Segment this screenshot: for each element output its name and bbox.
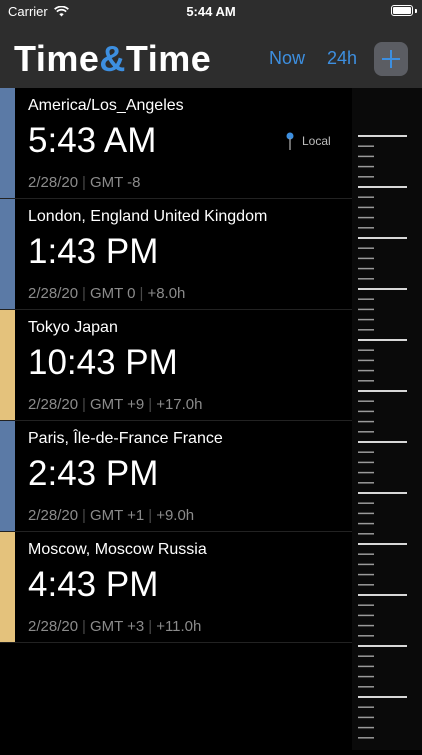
zone-date: 2/28/20 xyxy=(28,507,79,524)
meta-separator: | xyxy=(82,618,86,635)
meta-separator: | xyxy=(148,507,153,524)
zone-offset: +11.0h xyxy=(156,618,202,635)
timezone-row[interactable]: America/Los_Angeles 5:43 AM Local 2/28/2… xyxy=(0,88,352,199)
zone-gmt: GMT -8 xyxy=(89,174,141,191)
zone-time: 1:43 PM xyxy=(28,232,159,271)
zone-time: 4:43 PM xyxy=(28,565,159,604)
plus-icon xyxy=(382,50,400,68)
now-button[interactable]: Now xyxy=(269,48,305,69)
battery-icon xyxy=(391,5,413,16)
status-bar: Carrier 5:44 AM xyxy=(0,0,422,24)
zone-meta: 2/28/20 | GMT +3 | +11.0h xyxy=(28,618,201,635)
zone-name: Moscow, Moscow Russia xyxy=(28,541,207,558)
zone-offset: +9.0h xyxy=(156,507,195,524)
zone-time: 5:43 AM xyxy=(28,121,157,160)
nav-bar: Time&Time Now 24h xyxy=(0,24,422,88)
timezone-row[interactable]: Moscow, Moscow Russia 4:43 PM 2/28/20 | GM… xyxy=(0,532,352,643)
zone-color-bar xyxy=(0,310,15,420)
meta-separator: | xyxy=(82,507,86,524)
local-label: Local xyxy=(302,134,331,148)
zone-meta: 2/28/20 | GMT +9 | +17.0h xyxy=(28,396,202,413)
zone-date: 2/28/20 xyxy=(28,396,79,413)
ruler-ticks xyxy=(358,135,407,739)
zone-date: 2/28/20 xyxy=(28,285,79,302)
time-ruler-scrubber[interactable] xyxy=(352,88,422,750)
meta-separator: | xyxy=(82,174,86,191)
timezone-row[interactable]: Paris, Île-de-France France 2:43 PM 2/28… xyxy=(0,421,352,532)
zone-name: America/Los_Angeles xyxy=(28,97,184,114)
app-title: Time&Time xyxy=(14,38,212,79)
zone-date: 2/28/20 xyxy=(28,174,79,191)
meta-separator: | xyxy=(82,396,86,413)
zone-meta: 2/28/20 | GMT +1 | +9.0h xyxy=(28,507,194,524)
zone-time: 10:43 PM xyxy=(28,343,178,382)
zone-color-bar xyxy=(0,532,15,642)
zone-gmt: GMT +1 xyxy=(89,507,145,524)
meta-separator: | xyxy=(82,285,86,302)
meta-separator: | xyxy=(148,618,153,635)
zone-date: 2/28/20 xyxy=(28,618,79,635)
zone-gmt: GMT 0 xyxy=(89,285,136,302)
zone-meta: 2/28/20 | GMT 0 | +8.0h xyxy=(28,285,185,302)
meta-separator: | xyxy=(139,285,144,302)
zone-gmt: GMT +9 xyxy=(89,396,145,413)
zone-name: Paris, Île-de-France France xyxy=(28,430,223,447)
zone-time: 2:43 PM xyxy=(28,454,159,493)
zone-name: Tokyo Japan xyxy=(28,319,118,336)
zone-name: London, England United Kingdom xyxy=(28,208,268,225)
zone-offset: +8.0h xyxy=(147,285,186,302)
24h-toggle-button[interactable]: 24h xyxy=(327,48,357,69)
pin-icon xyxy=(286,132,294,150)
timezone-row[interactable]: Tokyo Japan 10:43 PM 2/28/20 | GMT +9 | +17.… xyxy=(0,310,352,421)
timezone-row[interactable]: London, England United Kingdom 1:43 PM 2… xyxy=(0,199,352,310)
zone-offset: +17.0h xyxy=(156,396,203,413)
battery-tip xyxy=(415,9,417,13)
local-tag: Local xyxy=(286,132,331,150)
add-zone-button[interactable] xyxy=(374,42,408,76)
zone-color-bar xyxy=(0,421,15,531)
zone-gmt: GMT +3 xyxy=(89,618,145,635)
zone-color-bar xyxy=(0,199,15,309)
meta-separator: | xyxy=(148,396,153,413)
timezone-list: America/Los_Angeles 5:43 AM Local 2/28/2… xyxy=(0,88,352,643)
status-time: 5:44 AM xyxy=(186,4,236,19)
zone-color-bar xyxy=(0,88,15,198)
zone-meta: 2/28/20 | GMT -8 xyxy=(28,174,141,191)
